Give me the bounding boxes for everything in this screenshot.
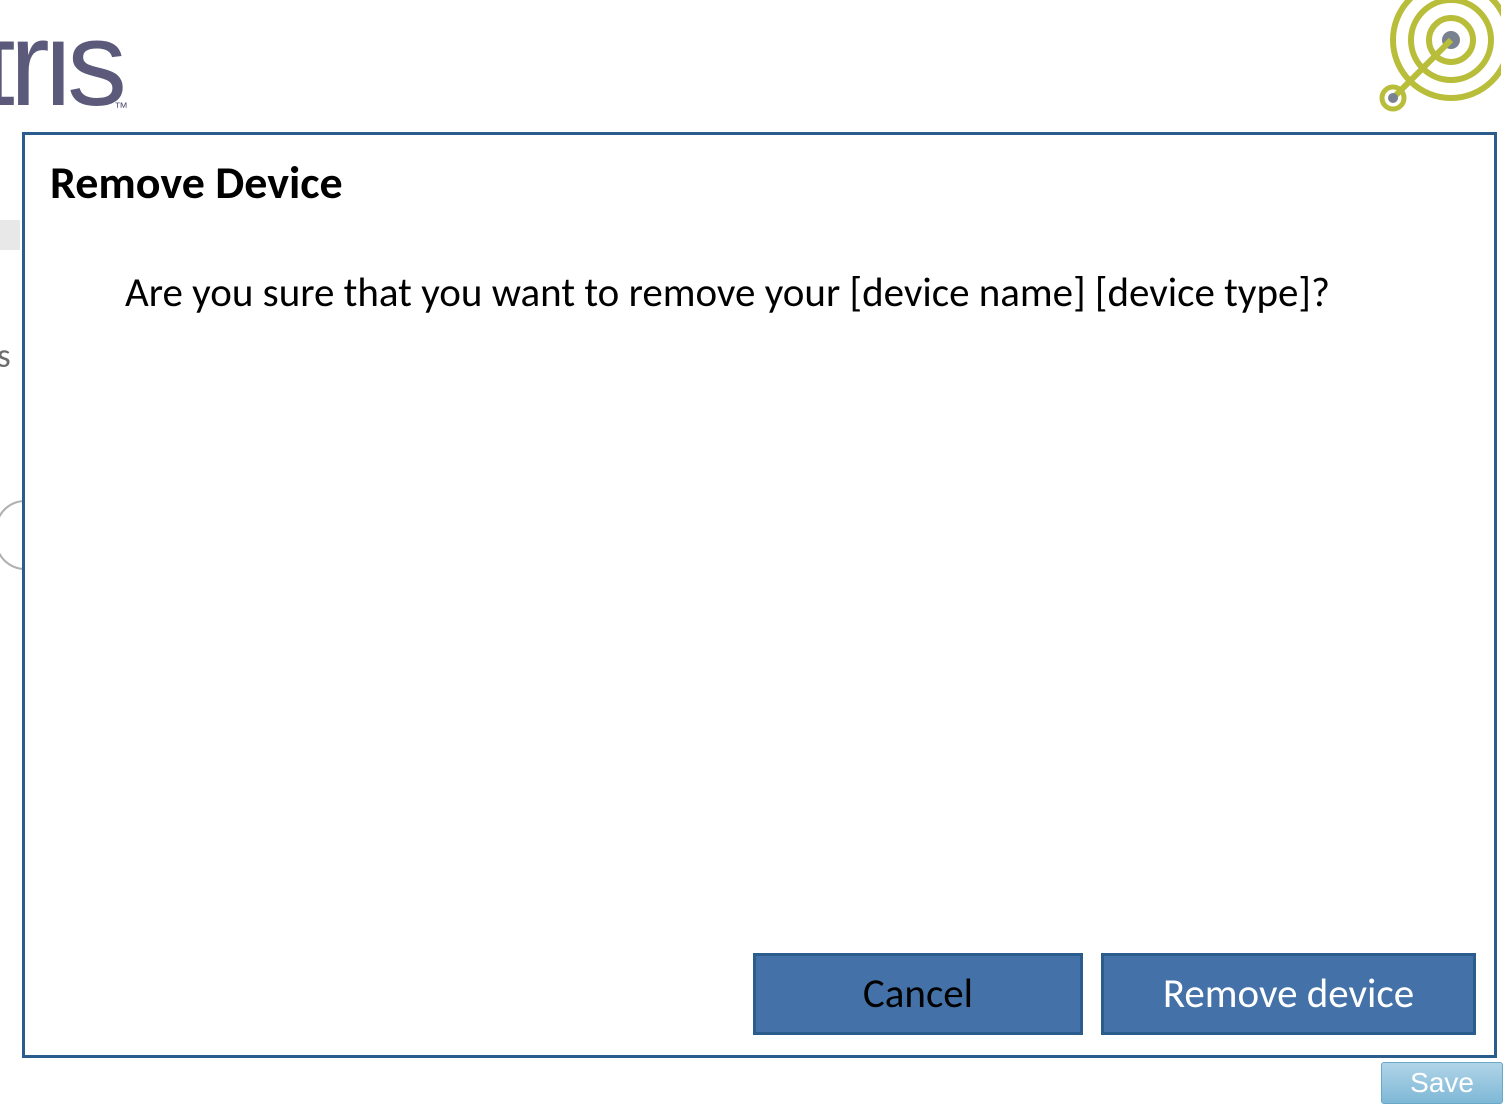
remove-device-button-label: Remove device (1163, 969, 1414, 1019)
broadcast-icon (1321, 0, 1501, 145)
cancel-button-label: Cancel (863, 969, 973, 1019)
background-element (0, 220, 20, 250)
save-button[interactable]: Save (1381, 1062, 1503, 1104)
app-logo: ɪrıs™ (0, 0, 125, 133)
cancel-button[interactable]: Cancel (753, 953, 1083, 1035)
dialog-body: Are you sure that you want to remove you… (25, 211, 1494, 953)
background-text-fragment: s (0, 335, 11, 377)
remove-device-dialog: Remove Device Are you sure that you want… (22, 132, 1497, 1058)
remove-device-button[interactable]: Remove device (1101, 953, 1476, 1035)
dialog-title: Remove Device (25, 135, 1494, 211)
dialog-message: Are you sure that you want to remove you… (125, 266, 1394, 321)
dialog-footer: Cancel Remove device (25, 953, 1494, 1055)
logo-text: ɪrıs (0, 0, 119, 131)
save-button-label: Save (1410, 1067, 1474, 1098)
trademark-symbol: ™ (114, 99, 120, 115)
